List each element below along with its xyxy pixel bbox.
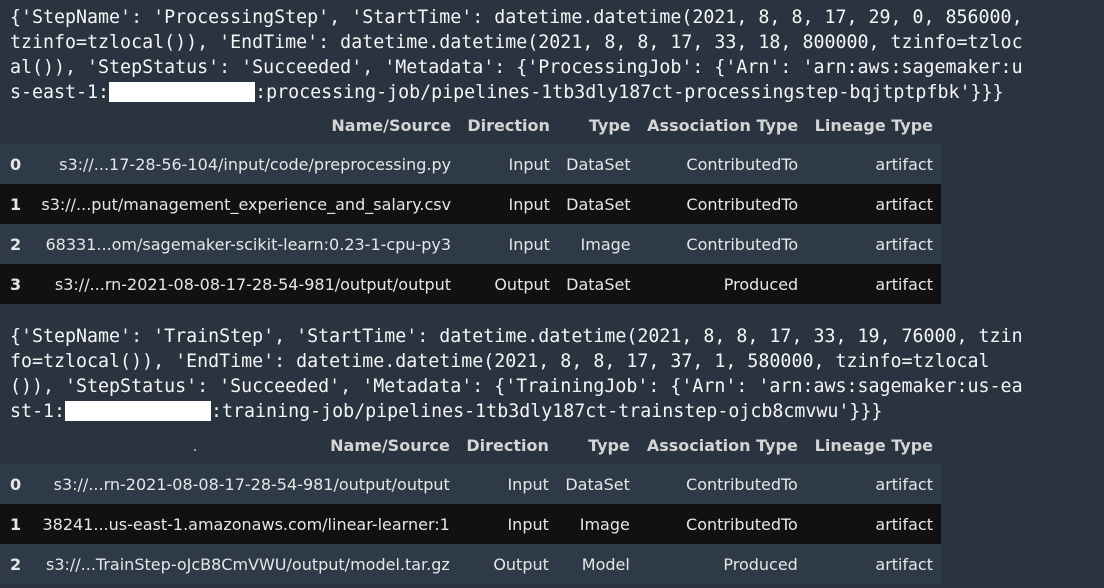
type-cell: Model — [581, 554, 630, 574]
step1-text-tail: :processing-job/pipelines-1tb3dly187ct-p… — [255, 82, 1004, 103]
table-row: 3 s3://...rn-2021-08-08-17-28-54-981/out… — [0, 264, 941, 304]
direction-cell: Input — [507, 474, 549, 494]
lineage-table-training: Name/Source Direction Type Association T… — [0, 426, 941, 584]
direction-header: Direction — [467, 115, 550, 135]
association-type-cell: ContributedTo — [686, 474, 798, 494]
name-source-cell: 38241...us-east-1.amazonaws.com/linear-l… — [42, 514, 450, 534]
type-cell: Image — [579, 514, 630, 534]
table-header-row: Name/Source Direction Type Association T… — [0, 106, 941, 144]
row-index: 3 — [10, 274, 22, 294]
direction-cell: Output — [493, 554, 549, 574]
type-cell: DataSet — [566, 274, 631, 294]
name-source-cell: s3://...17-28-56-104/input/code/preproce… — [59, 154, 452, 174]
step1-output: {'StepName': 'ProcessingStep', 'StartTim… — [10, 5, 1023, 105]
name-source-header: Name/Source — [331, 115, 452, 135]
name-source-cell: 68331...om/sagemaker-scikit-learn:0.23-1… — [45, 234, 452, 254]
name-source-cell: s3://...rn-2021-08-08-17-28-54-981/outpu… — [54, 274, 452, 294]
lineage-type-cell: artifact — [875, 274, 933, 294]
type-header: Type — [588, 435, 630, 455]
row-index: 2 — [10, 234, 22, 254]
association-type-cell: Produced — [723, 554, 798, 574]
table-row: 0 s3://...17-28-56-104/input/code/prepro… — [0, 144, 941, 184]
step2-output: {'StepName': 'TrainStep', 'StartTime': d… — [10, 324, 1023, 424]
lineage-type-cell: artifact — [875, 194, 933, 214]
name-source-cell: s3://...TrainStep-oJcB8CmVWU/output/mode… — [45, 554, 450, 574]
name-source-header: Name/Source — [330, 435, 450, 455]
row-index: 2 — [10, 554, 22, 574]
association-type-cell: ContributedTo — [686, 234, 799, 254]
redacted-account-id — [109, 82, 256, 102]
table-row: 2 s3://...TrainStep-oJcB8CmVWU/output/mo… — [0, 544, 941, 584]
lineage-table-processing: Name/Source Direction Type Association T… — [0, 106, 941, 304]
table-row: 2 68331...om/sagemaker-scikit-learn:0.23… — [0, 224, 941, 264]
row-index: 0 — [10, 154, 22, 174]
table-header-row: Name/Source Direction Type Association T… — [0, 426, 941, 464]
direction-cell: Input — [508, 154, 550, 174]
lineage-type-header: Lineage Type — [814, 435, 933, 455]
type-header: Type — [588, 115, 631, 135]
index-header — [0, 106, 32, 144]
lineage-type-cell: artifact — [875, 554, 933, 574]
table-row: 1 38241...us-east-1.amazonaws.com/linear… — [0, 504, 941, 544]
direction-header: Direction — [466, 435, 549, 455]
direction-cell: Input — [507, 514, 549, 534]
type-cell: DataSet — [565, 474, 630, 494]
name-source-cell: s3://...rn-2021-08-08-17-28-54-981/outpu… — [53, 474, 450, 494]
lineage-type-cell: artifact — [875, 154, 933, 174]
association-type-cell: Produced — [723, 274, 799, 294]
direction-cell: Output — [494, 274, 550, 294]
association-type-cell: ContributedTo — [686, 514, 798, 534]
name-source-cell: s3://...put/management_experience_and_sa… — [41, 194, 452, 214]
direction-cell: Input — [508, 234, 550, 254]
lineage-type-header: Lineage Type — [814, 115, 933, 135]
type-cell: DataSet — [566, 154, 631, 174]
row-index: 1 — [10, 514, 22, 534]
lineage-type-cell: artifact — [875, 514, 933, 534]
row-index: 0 — [10, 474, 22, 494]
lineage-type-cell: artifact — [875, 474, 933, 494]
association-type-cell: ContributedTo — [686, 154, 799, 174]
step2-text-tail: :training-job/pipelines-1tb3dly187ct-tra… — [211, 401, 883, 422]
lineage-type-cell: artifact — [875, 234, 933, 254]
type-cell: DataSet — [566, 194, 631, 214]
type-cell: Image — [580, 234, 631, 254]
index-header — [0, 426, 32, 464]
redacted-account-id — [65, 401, 212, 421]
association-type-cell: ContributedTo — [686, 194, 799, 214]
table-row: 0 s3://...rn-2021-08-08-17-28-54-981/out… — [0, 464, 941, 504]
row-index: 1 — [10, 194, 22, 214]
table-row: 1 s3://...put/management_experience_and_… — [0, 184, 941, 224]
association-type-header: Association Type — [647, 115, 799, 135]
association-type-header: Association Type — [646, 435, 798, 455]
direction-cell: Input — [508, 194, 550, 214]
